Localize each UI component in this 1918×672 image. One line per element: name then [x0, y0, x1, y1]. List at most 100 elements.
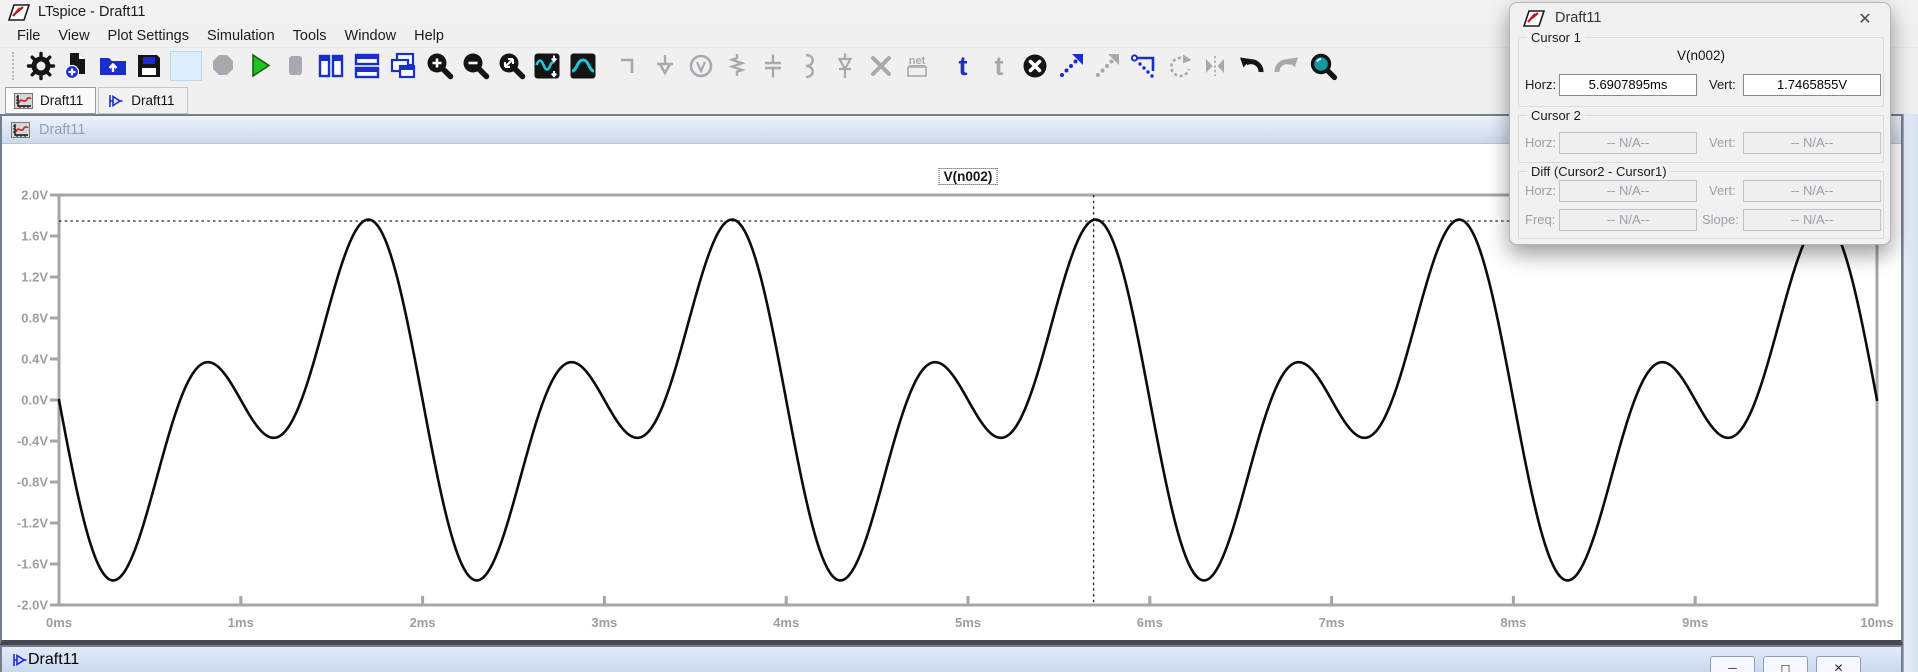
halt-button[interactable]: [205, 49, 241, 83]
add-text-icon: t: [948, 51, 978, 81]
place-ground-button[interactable]: [647, 49, 683, 83]
undo-button[interactable]: [1233, 49, 1269, 83]
cursor1-horz-field[interactable]: 5.6907895ms: [1559, 74, 1697, 96]
tile-vertical-button[interactable]: [313, 49, 349, 83]
autorange-waveform-button[interactable]: [529, 49, 565, 83]
diff-slope-field[interactable]: -- N/A--: [1743, 209, 1881, 231]
save-button[interactable]: [131, 49, 167, 83]
menu-item-file[interactable]: File: [8, 26, 49, 46]
delete-icon: [1020, 51, 1050, 81]
place-voltage-source-icon: [686, 51, 716, 81]
close-icon[interactable]: ✕: [1816, 656, 1861, 672]
cascade-windows-icon: [388, 51, 418, 81]
svg-text:1.6V: 1.6V: [21, 229, 48, 244]
settings-icon: [26, 51, 56, 81]
diff-vert-field[interactable]: -- N/A--: [1743, 180, 1881, 202]
waveform-settings-button[interactable]: [565, 49, 601, 83]
menu-item-tools[interactable]: Tools: [284, 26, 336, 46]
spice-directive-button[interactable]: t: [981, 49, 1017, 83]
svg-text:0.8V: 0.8V: [21, 311, 48, 326]
waveform-file-icon: [11, 122, 30, 138]
pause-button[interactable]: [277, 49, 313, 83]
cursor2-horz-field[interactable]: -- N/A--: [1559, 132, 1697, 154]
rotate-icon: [1164, 51, 1194, 81]
new-schematic-button[interactable]: [59, 49, 95, 83]
open-icon: [98, 51, 128, 81]
place-inductor-button[interactable]: [791, 49, 827, 83]
place-resistor-button[interactable]: [719, 49, 755, 83]
delete-button[interactable]: [1017, 49, 1053, 83]
open-button[interactable]: [95, 49, 131, 83]
cursor2-vert-field[interactable]: -- N/A--: [1743, 132, 1881, 154]
run-button[interactable]: [241, 49, 277, 83]
diff-horz-field[interactable]: -- N/A--: [1559, 180, 1697, 202]
run-icon: [244, 51, 274, 81]
place-capacitor-button[interactable]: [755, 49, 791, 83]
diff-slope-label: Slope:: [1702, 212, 1739, 227]
mirror-icon: [1200, 51, 1230, 81]
svg-text:-0.8V: -0.8V: [17, 475, 48, 490]
svg-text:-0.4V: -0.4V: [17, 434, 48, 449]
find-button[interactable]: [1305, 49, 1341, 83]
app-title: LTspice - Draft11: [38, 4, 145, 20]
menu-item-window[interactable]: Window: [336, 26, 406, 46]
tab-schematic-draft11[interactable]: Draft11: [98, 87, 187, 114]
minimize-icon[interactable]: ─: [1710, 656, 1755, 672]
waveform-tab-icon: [14, 93, 33, 109]
move-icon: [1056, 51, 1086, 81]
label-net-icon: net: [902, 51, 932, 81]
move-button[interactable]: [1053, 49, 1089, 83]
schematic-window-titlebar[interactable]: Draft11 ─ ◻ ✕: [0, 645, 1903, 672]
cursor2-group: Cursor 2 Horz: -- N/A-- Vert: -- N/A--: [1518, 115, 1884, 163]
svg-text:1ms: 1ms: [228, 615, 254, 630]
menu-item-simulation[interactable]: Simulation: [198, 26, 284, 46]
cursor-dialog-titlebar[interactable]: Draft11: [1510, 3, 1890, 33]
trace-name-label[interactable]: V(n002): [939, 168, 998, 185]
label-net-button[interactable]: net: [899, 49, 935, 83]
tab-label: Draft11: [131, 93, 174, 108]
zoom-extents-button[interactable]: [493, 49, 529, 83]
cursor2-horz-label: Horz:: [1525, 135, 1556, 150]
toolbar-grip[interactable]: [12, 52, 17, 80]
vertical-scrollbar[interactable]: [1903, 114, 1918, 672]
restore-icon[interactable]: ◻: [1763, 656, 1808, 672]
place-diode-button[interactable]: [827, 49, 863, 83]
svg-text:0.4V: 0.4V: [21, 352, 48, 367]
rotate-button[interactable]: [1161, 49, 1197, 83]
redo-button[interactable]: [1269, 49, 1305, 83]
svg-text:6ms: 6ms: [1137, 615, 1163, 630]
menu-item-plot-settings[interactable]: Plot Settings: [99, 26, 198, 46]
place-ground-icon: [650, 51, 680, 81]
cursor1-vert-field[interactable]: 1.7465855V: [1743, 74, 1881, 96]
svg-text:-1.6V: -1.6V: [17, 557, 48, 572]
add-text-button[interactable]: t: [945, 49, 981, 83]
place-component-button[interactable]: [863, 49, 899, 83]
diff-group-label: Diff (Cursor2 - Cursor1): [1527, 164, 1671, 179]
blank-slot-button[interactable]: [170, 51, 202, 81]
place-voltage-source-button[interactable]: [683, 49, 719, 83]
draw-wire-button[interactable]: [611, 49, 647, 83]
menu-item-view[interactable]: View: [49, 26, 98, 46]
tile-horizontal-button[interactable]: [349, 49, 385, 83]
spice-directive-icon: t: [984, 51, 1014, 81]
close-icon[interactable]: ✕: [1854, 8, 1876, 30]
zoom-out-button[interactable]: [457, 49, 493, 83]
mirror-button[interactable]: [1197, 49, 1233, 83]
tab-waveform-draft11[interactable]: Draft11: [5, 87, 96, 114]
cursor-dialog: Draft11 ✕ Cursor 1 V(n002) Horz: 5.69078…: [1509, 2, 1891, 245]
waveform-settings-icon: [568, 51, 598, 81]
copy-button[interactable]: [1125, 49, 1161, 83]
cursor1-horz-label: Horz:: [1525, 77, 1556, 92]
drag-button[interactable]: [1089, 49, 1125, 83]
undo-icon: [1236, 51, 1266, 81]
cursor1-group: Cursor 1 V(n002) Horz: 5.6907895ms Vert:…: [1518, 37, 1884, 107]
settings-button[interactable]: [23, 49, 59, 83]
cascade-windows-button[interactable]: [385, 49, 421, 83]
place-diode-icon: [830, 51, 860, 81]
diff-freq-field[interactable]: -- N/A--: [1559, 209, 1697, 231]
zoom-in-button[interactable]: [421, 49, 457, 83]
cursor1-vert-label: Vert:: [1709, 77, 1736, 92]
svg-text:2.0V: 2.0V: [21, 188, 48, 203]
menu-item-help[interactable]: Help: [405, 26, 453, 46]
tile-horizontal-icon: [352, 51, 382, 81]
